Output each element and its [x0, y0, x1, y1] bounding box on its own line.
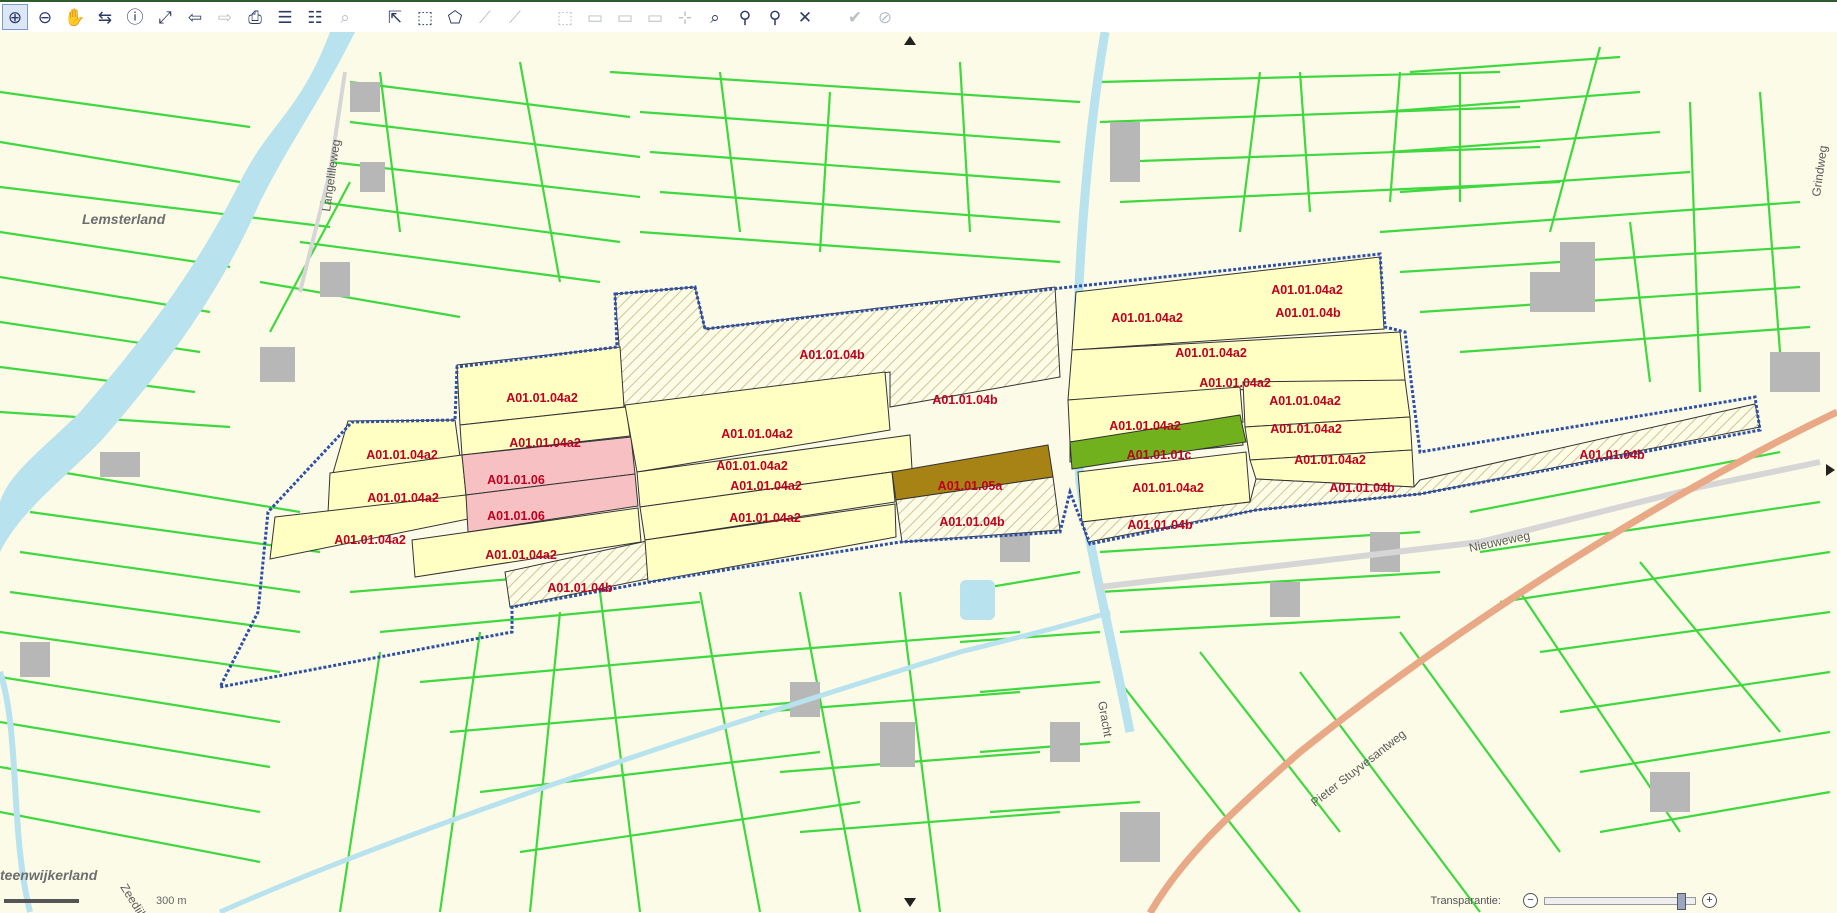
- road-label-grindweg: Grindweg: [1809, 145, 1830, 198]
- info-icon[interactable]: ⓘ: [122, 4, 148, 30]
- back-icon[interactable]: ⇦: [182, 4, 208, 30]
- split-icon: ⊹: [677, 7, 693, 27]
- forward-icon: ⇨: [217, 7, 233, 27]
- road-label-gracht: Gracht: [1095, 700, 1115, 739]
- parcel-label: A01.01.04a2: [1199, 376, 1271, 390]
- full-extent-icon[interactable]: ⤢: [152, 4, 178, 30]
- parcel-label: A01.01.04a2: [1109, 419, 1181, 433]
- transparency-increase-button[interactable]: +: [1702, 893, 1717, 908]
- parcel-label: A01.01.06: [487, 509, 545, 523]
- parcel-label: A01.01.04a2: [721, 427, 793, 441]
- list-icon[interactable]: ☷: [302, 4, 328, 30]
- table-view-icon: ▭: [646, 7, 664, 27]
- transparency-label: Transparantie:: [1430, 894, 1501, 907]
- parcel-label: A01.01.06: [487, 473, 545, 487]
- parcel-label: A01.01.04a2: [716, 459, 788, 473]
- table-icon: ▭: [586, 7, 604, 27]
- select-polygon-icon[interactable]: ⬠: [442, 4, 468, 30]
- parcel-label: A01.01.04a2: [1269, 394, 1341, 408]
- find-icon[interactable]: ⌕: [702, 4, 728, 30]
- parcel-label: A01.01.04b: [1579, 448, 1645, 462]
- parcel-label: A01.01.04a2: [366, 448, 438, 462]
- road-label-nieuweweg: Nieuweweg: [1468, 528, 1532, 555]
- transparency-decrease-button[interactable]: −: [1523, 893, 1538, 908]
- parcel-label: A01.01.04a2: [506, 391, 578, 405]
- select-rectangle-icon[interactable]: ⬚: [412, 4, 438, 30]
- draw-rectangle-icon: ⬚: [556, 7, 574, 27]
- parcel-label: A01.01.04b: [939, 515, 1005, 529]
- parcel-label: A01.01.04a2: [1294, 453, 1366, 467]
- zoom-in-icon[interactable]: ⊕: [2, 4, 28, 30]
- table-edit-icon: ▭: [616, 7, 634, 27]
- clear-selection-icon: ⟋: [509, 7, 521, 27]
- magic-select-icon[interactable]: ⚲: [732, 4, 758, 30]
- parcel-label: A01.01.01c: [1127, 448, 1192, 462]
- parcel-label: A01.01.05a: [938, 479, 1004, 493]
- parcel-label: A01.01.04a2: [367, 491, 439, 505]
- cancel-circle-icon: ⊘: [877, 7, 893, 27]
- scale-label: 300 m: [156, 895, 187, 907]
- scale-bar: [4, 899, 79, 903]
- confirm-check-icon: ✔: [847, 7, 863, 27]
- magic-deselect-icon[interactable]: ⚲: [762, 4, 788, 30]
- parcel-label: A01.01.04a2: [1271, 283, 1343, 297]
- parcel-label: A01.01.04a2: [1175, 346, 1247, 360]
- parcel-label: A01.01.04a2: [485, 548, 557, 562]
- parcel-label: A01.01.04a2: [334, 533, 406, 547]
- place-label-lemsterland: Lemsterland: [82, 211, 166, 227]
- parcel-label: A01.01.04a2: [1111, 311, 1183, 325]
- road-label-zeedijk: Zeedijk: [117, 881, 150, 913]
- select-line-icon: ⟋: [479, 7, 491, 27]
- transparency-slider-handle[interactable]: [1676, 892, 1686, 910]
- pan-south-arrow[interactable]: [904, 898, 916, 907]
- pan-hand-icon[interactable]: ✋: [62, 4, 88, 30]
- measure-icon[interactable]: ⇆: [92, 4, 118, 30]
- pan-north-arrow[interactable]: [904, 36, 916, 45]
- parcel-label: A01.01.04b: [799, 348, 865, 362]
- parcel-label: A01.01.04a2: [1132, 481, 1204, 495]
- map-toolbar: ⊕ ⊖ ✋ ⇆ ⓘ ⤢ ⇦ ⇨ ⎙ ☰ ☷ ⌕ ⇱ ⬚ ⬠ ⟋ ⟋ ⬚ ▭ ▭ ▭ ⊹ ⌕ ⚲ ⚲ ✕ ✔ ⊘: [0, 0, 1837, 32]
- parcel-label: A01.01.04a2: [509, 436, 581, 450]
- transparency-slider[interactable]: [1544, 892, 1696, 910]
- parcel-label: A01.01.04a2: [1270, 422, 1342, 436]
- place-label-steenwijkerland: teenwijkerland: [0, 867, 98, 883]
- zoom-selection-icon: ⌕: [340, 7, 350, 27]
- parcel-label: A01.01.04b: [1329, 481, 1395, 495]
- parcel-label: A01.01.04b: [1127, 518, 1193, 532]
- pan-east-arrow[interactable]: [1826, 464, 1835, 476]
- parcel-label: A01.01.04a2: [729, 511, 801, 525]
- map-canvas[interactable]: A01.01.04b A01.01.04a2 A01.01.04b A01.01.04…: [0, 32, 1837, 913]
- zoom-out-icon[interactable]: ⊖: [32, 4, 58, 30]
- select-cursor-icon[interactable]: ⇱: [382, 4, 408, 30]
- map-view[interactable]: A01.01.04b A01.01.04a2 A01.01.04b A01.01.04…: [0, 32, 1837, 913]
- parcel-label: A01.01.04b: [932, 393, 998, 407]
- close-x-icon[interactable]: ✕: [792, 4, 818, 30]
- parcel-label: A01.01.04b: [547, 581, 613, 595]
- parcel-label: A01.01.04b: [1275, 306, 1341, 320]
- print-icon[interactable]: ⎙: [242, 4, 268, 30]
- transparency-control: Transparantie: − +: [1430, 892, 1717, 910]
- legend-icon[interactable]: ☰: [272, 4, 298, 30]
- parcel-label: A01.01.04a2: [730, 479, 802, 493]
